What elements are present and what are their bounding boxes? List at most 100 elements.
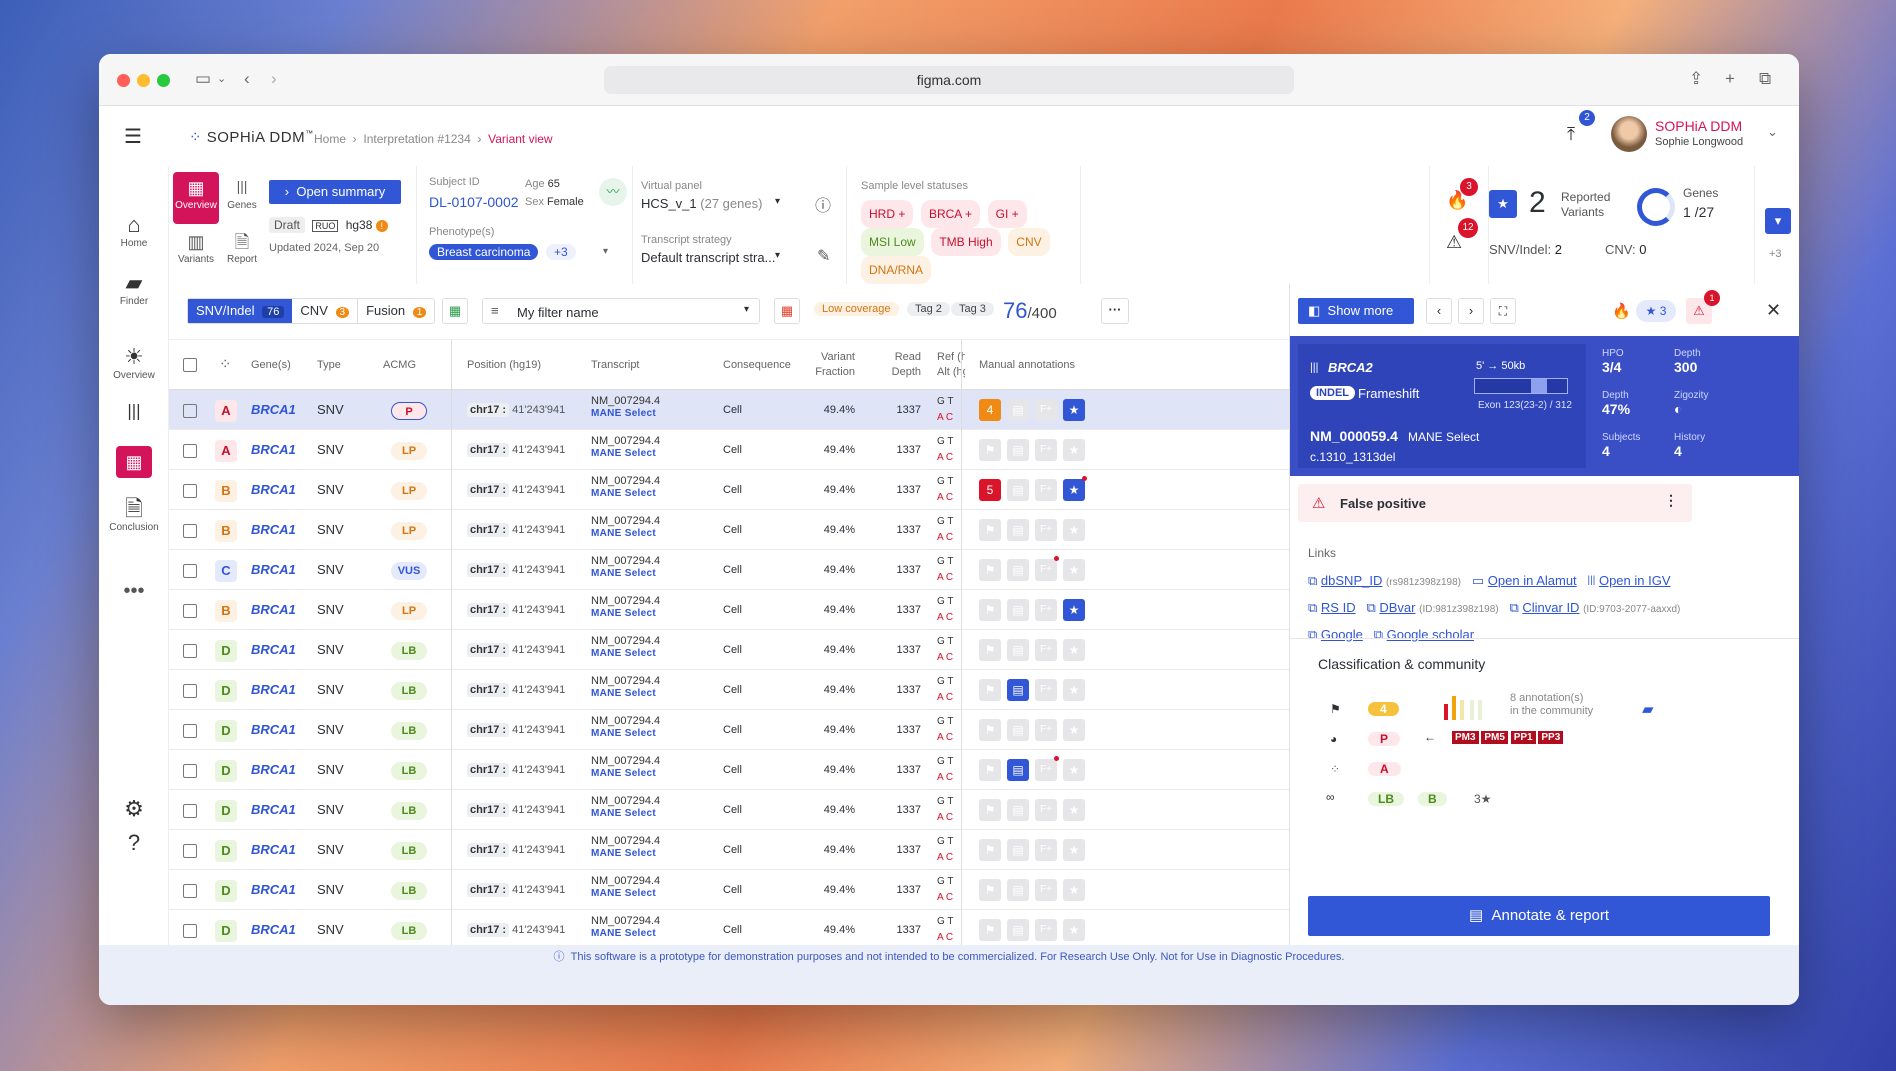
next-variant-button[interactable]: › xyxy=(1458,298,1484,324)
link-clinvar[interactable]: Clinvar ID xyxy=(1522,600,1579,615)
note-annotation-icon[interactable]: ▤ xyxy=(1007,679,1029,701)
table-row[interactable]: D BRCA1 SNV LB chr17 : 41'243'941 NM_007294.4… xyxy=(169,790,1289,830)
nav-variants-active[interactable]: ▦ xyxy=(116,446,152,478)
table-row[interactable]: C BRCA1 SNV VUS chr17 : 41'243'941 NM_007294.… xyxy=(169,550,1289,590)
link-dbsnp[interactable]: dbSNP_ID xyxy=(1321,573,1382,588)
nav-conclusion[interactable]: 🗎 Conclusion xyxy=(99,496,169,533)
f-plus-annotation[interactable]: F+ xyxy=(1035,399,1057,421)
table-row[interactable]: D BRCA1 SNV LB chr17 : 41'243'941 NM_007294.4… xyxy=(169,910,1289,945)
breadcrumb-interpretation[interactable]: Interpretation #1234 xyxy=(363,132,470,146)
flag-annotation[interactable]: ⚑ xyxy=(979,919,1001,941)
status-chip-msi[interactable]: MSI Low xyxy=(861,228,924,256)
table-row[interactable]: B BRCA1 SNV LP chr17 : 41'243'941 NM_007294.4… xyxy=(169,590,1289,630)
link-google[interactable]: Google xyxy=(1321,627,1363,642)
star-annotation-icon[interactable]: ★ xyxy=(1063,719,1085,741)
gene-link[interactable]: BRCA1 xyxy=(251,910,296,945)
flag-annotation[interactable]: ⚑ xyxy=(979,719,1001,741)
flag-annotation[interactable]: ⚑ xyxy=(979,799,1001,821)
row-checkbox[interactable] xyxy=(183,603,197,618)
row-checkbox[interactable] xyxy=(183,923,197,938)
star-annotation-icon[interactable]: ★ xyxy=(1063,399,1085,421)
phenotype-more-chip[interactable]: +3 xyxy=(546,244,576,260)
subject-id[interactable]: DL-0107-0002 xyxy=(429,194,519,210)
link-rsid[interactable]: RS ID xyxy=(1321,600,1356,615)
close-window-button[interactable] xyxy=(117,74,130,87)
f-plus-annotation[interactable]: F+ xyxy=(1035,719,1057,741)
minimize-window-button[interactable] xyxy=(137,74,150,87)
close-panel-icon[interactable]: ✕ xyxy=(1766,300,1781,321)
transcript-id[interactable]: NM_007294.4 xyxy=(591,675,660,688)
chevron-down-icon[interactable]: ⌄ xyxy=(217,68,226,90)
phenotype-chip[interactable]: Breast carcinoma xyxy=(429,244,539,260)
col-genes[interactable]: Gene(s) xyxy=(251,345,291,385)
star-annotation-icon[interactable]: ★ xyxy=(1063,759,1085,781)
f-plus-annotation[interactable]: F+ xyxy=(1035,919,1057,941)
subnav-report[interactable]: 🗎 Report xyxy=(219,226,265,278)
flag-annotation[interactable]: ⚑ xyxy=(979,759,1001,781)
zoom-window-button[interactable] xyxy=(157,74,170,87)
info-warning-icon[interactable]: ! xyxy=(375,220,388,232)
f-plus-annotation[interactable]: F+ xyxy=(1035,799,1057,821)
table-row[interactable]: D BRCA1 SNV LB chr17 : 41'243'941 NM_007294.4… xyxy=(169,870,1289,910)
note-annotation-icon[interactable]: ▤ xyxy=(1007,879,1029,901)
status-chip-gi[interactable]: GI + xyxy=(987,200,1027,228)
row-checkbox[interactable] xyxy=(183,803,197,818)
note-annotation-icon[interactable]: ▤ xyxy=(1007,759,1029,781)
gene-link[interactable]: BRCA1 xyxy=(251,630,296,670)
note-annotation-icon[interactable]: ▤ xyxy=(1007,519,1029,541)
transcript-id[interactable]: NM_007294.4 xyxy=(591,715,660,728)
gene-link[interactable]: BRCA1 xyxy=(251,830,296,870)
transcript-id[interactable]: NM_007294.4 xyxy=(591,475,660,488)
star-annotation-icon[interactable]: ★ xyxy=(1063,519,1085,541)
col-position[interactable]: Position (hg19) xyxy=(467,345,541,385)
gene-link[interactable]: BRCA1 xyxy=(251,510,296,550)
forward-icon[interactable]: › xyxy=(271,68,277,90)
col-transcript[interactable]: Transcript xyxy=(591,345,640,385)
flag-annotation[interactable]: ⚑ xyxy=(979,519,1001,541)
row-checkbox[interactable] xyxy=(183,763,197,778)
status-chip-tmb[interactable]: TMB High xyxy=(931,228,1001,256)
col-variant-fraction[interactable]: Variant Fraction xyxy=(809,350,855,380)
row-checkbox[interactable] xyxy=(183,723,197,738)
star-annotation-icon[interactable]: ★ xyxy=(1063,599,1085,621)
nav-finder[interactable]: ▰ Finder xyxy=(99,270,169,307)
table-row[interactable]: D BRCA1 SNV LB chr17 : 41'243'941 NM_007294.4… xyxy=(169,630,1289,670)
f-plus-annotation[interactable]: F+ xyxy=(1035,439,1057,461)
select-all-checkbox[interactable] xyxy=(183,358,197,373)
user-menu-chevron-icon[interactable]: ⌄ xyxy=(1767,124,1778,140)
star-annotation-icon[interactable]: ★ xyxy=(1063,479,1085,501)
link-alamut[interactable]: Open in Alamut xyxy=(1488,573,1577,588)
nav-chromosome[interactable]: ꔖ xyxy=(99,400,169,426)
note-annotation-icon[interactable]: ▤ xyxy=(1007,839,1029,861)
gene-link[interactable]: BRCA1 xyxy=(251,550,296,590)
tag-3[interactable]: Tag 3 xyxy=(951,302,994,316)
share-icon[interactable]: ⇪ xyxy=(1689,68,1703,90)
f-plus-annotation[interactable]: F+ xyxy=(1035,599,1057,621)
col-acmg[interactable]: ACMG xyxy=(383,345,416,385)
star-annotation-icon[interactable]: ★ xyxy=(1063,839,1085,861)
comment-icon[interactable]: ▰ xyxy=(1642,700,1654,718)
table-row[interactable]: B BRCA1 SNV LP chr17 : 41'243'941 NM_007294.4… xyxy=(169,470,1289,510)
row-checkbox[interactable] xyxy=(183,643,197,658)
star-count-badge[interactable]: ★ 3 xyxy=(1636,300,1676,322)
link-google-scholar[interactable]: Google scholar xyxy=(1387,627,1474,642)
edit-icon[interactable]: ✎ xyxy=(817,246,830,266)
transcript-id[interactable]: NM_007294.4 xyxy=(591,755,660,768)
subnav-overview[interactable]: ▦ Overview xyxy=(173,172,219,224)
strategy-dropdown-icon[interactable]: ▾ xyxy=(775,250,780,261)
note-annotation-icon[interactable]: ▤ xyxy=(1007,559,1029,581)
subnav-genes[interactable]: ꔖ Genes xyxy=(219,172,265,224)
note-annotation-icon[interactable]: ▤ xyxy=(1007,479,1029,501)
star-annotation-icon[interactable]: ★ xyxy=(1063,799,1085,821)
kebab-menu-icon[interactable]: ⋮ xyxy=(1664,492,1678,509)
filter-select[interactable]: ≡ My filter name ▾ xyxy=(482,298,760,324)
table-row[interactable]: D BRCA1 SNV LB chr17 : 41'243'941 NM_007294.4… xyxy=(169,830,1289,870)
trend-icon[interactable]: 〰 xyxy=(599,178,627,206)
f-plus-annotation[interactable]: F+ xyxy=(1035,679,1057,701)
col-type[interactable]: Type xyxy=(317,345,341,385)
new-tab-icon[interactable]: + xyxy=(1725,68,1735,90)
transcript-id[interactable]: NM_007294.4 xyxy=(591,875,660,888)
tab-fusion[interactable]: Fusion 1 xyxy=(358,299,434,323)
gene-link[interactable]: BRCA1 xyxy=(251,430,296,470)
gene-link[interactable]: BRCA1 xyxy=(251,670,296,710)
